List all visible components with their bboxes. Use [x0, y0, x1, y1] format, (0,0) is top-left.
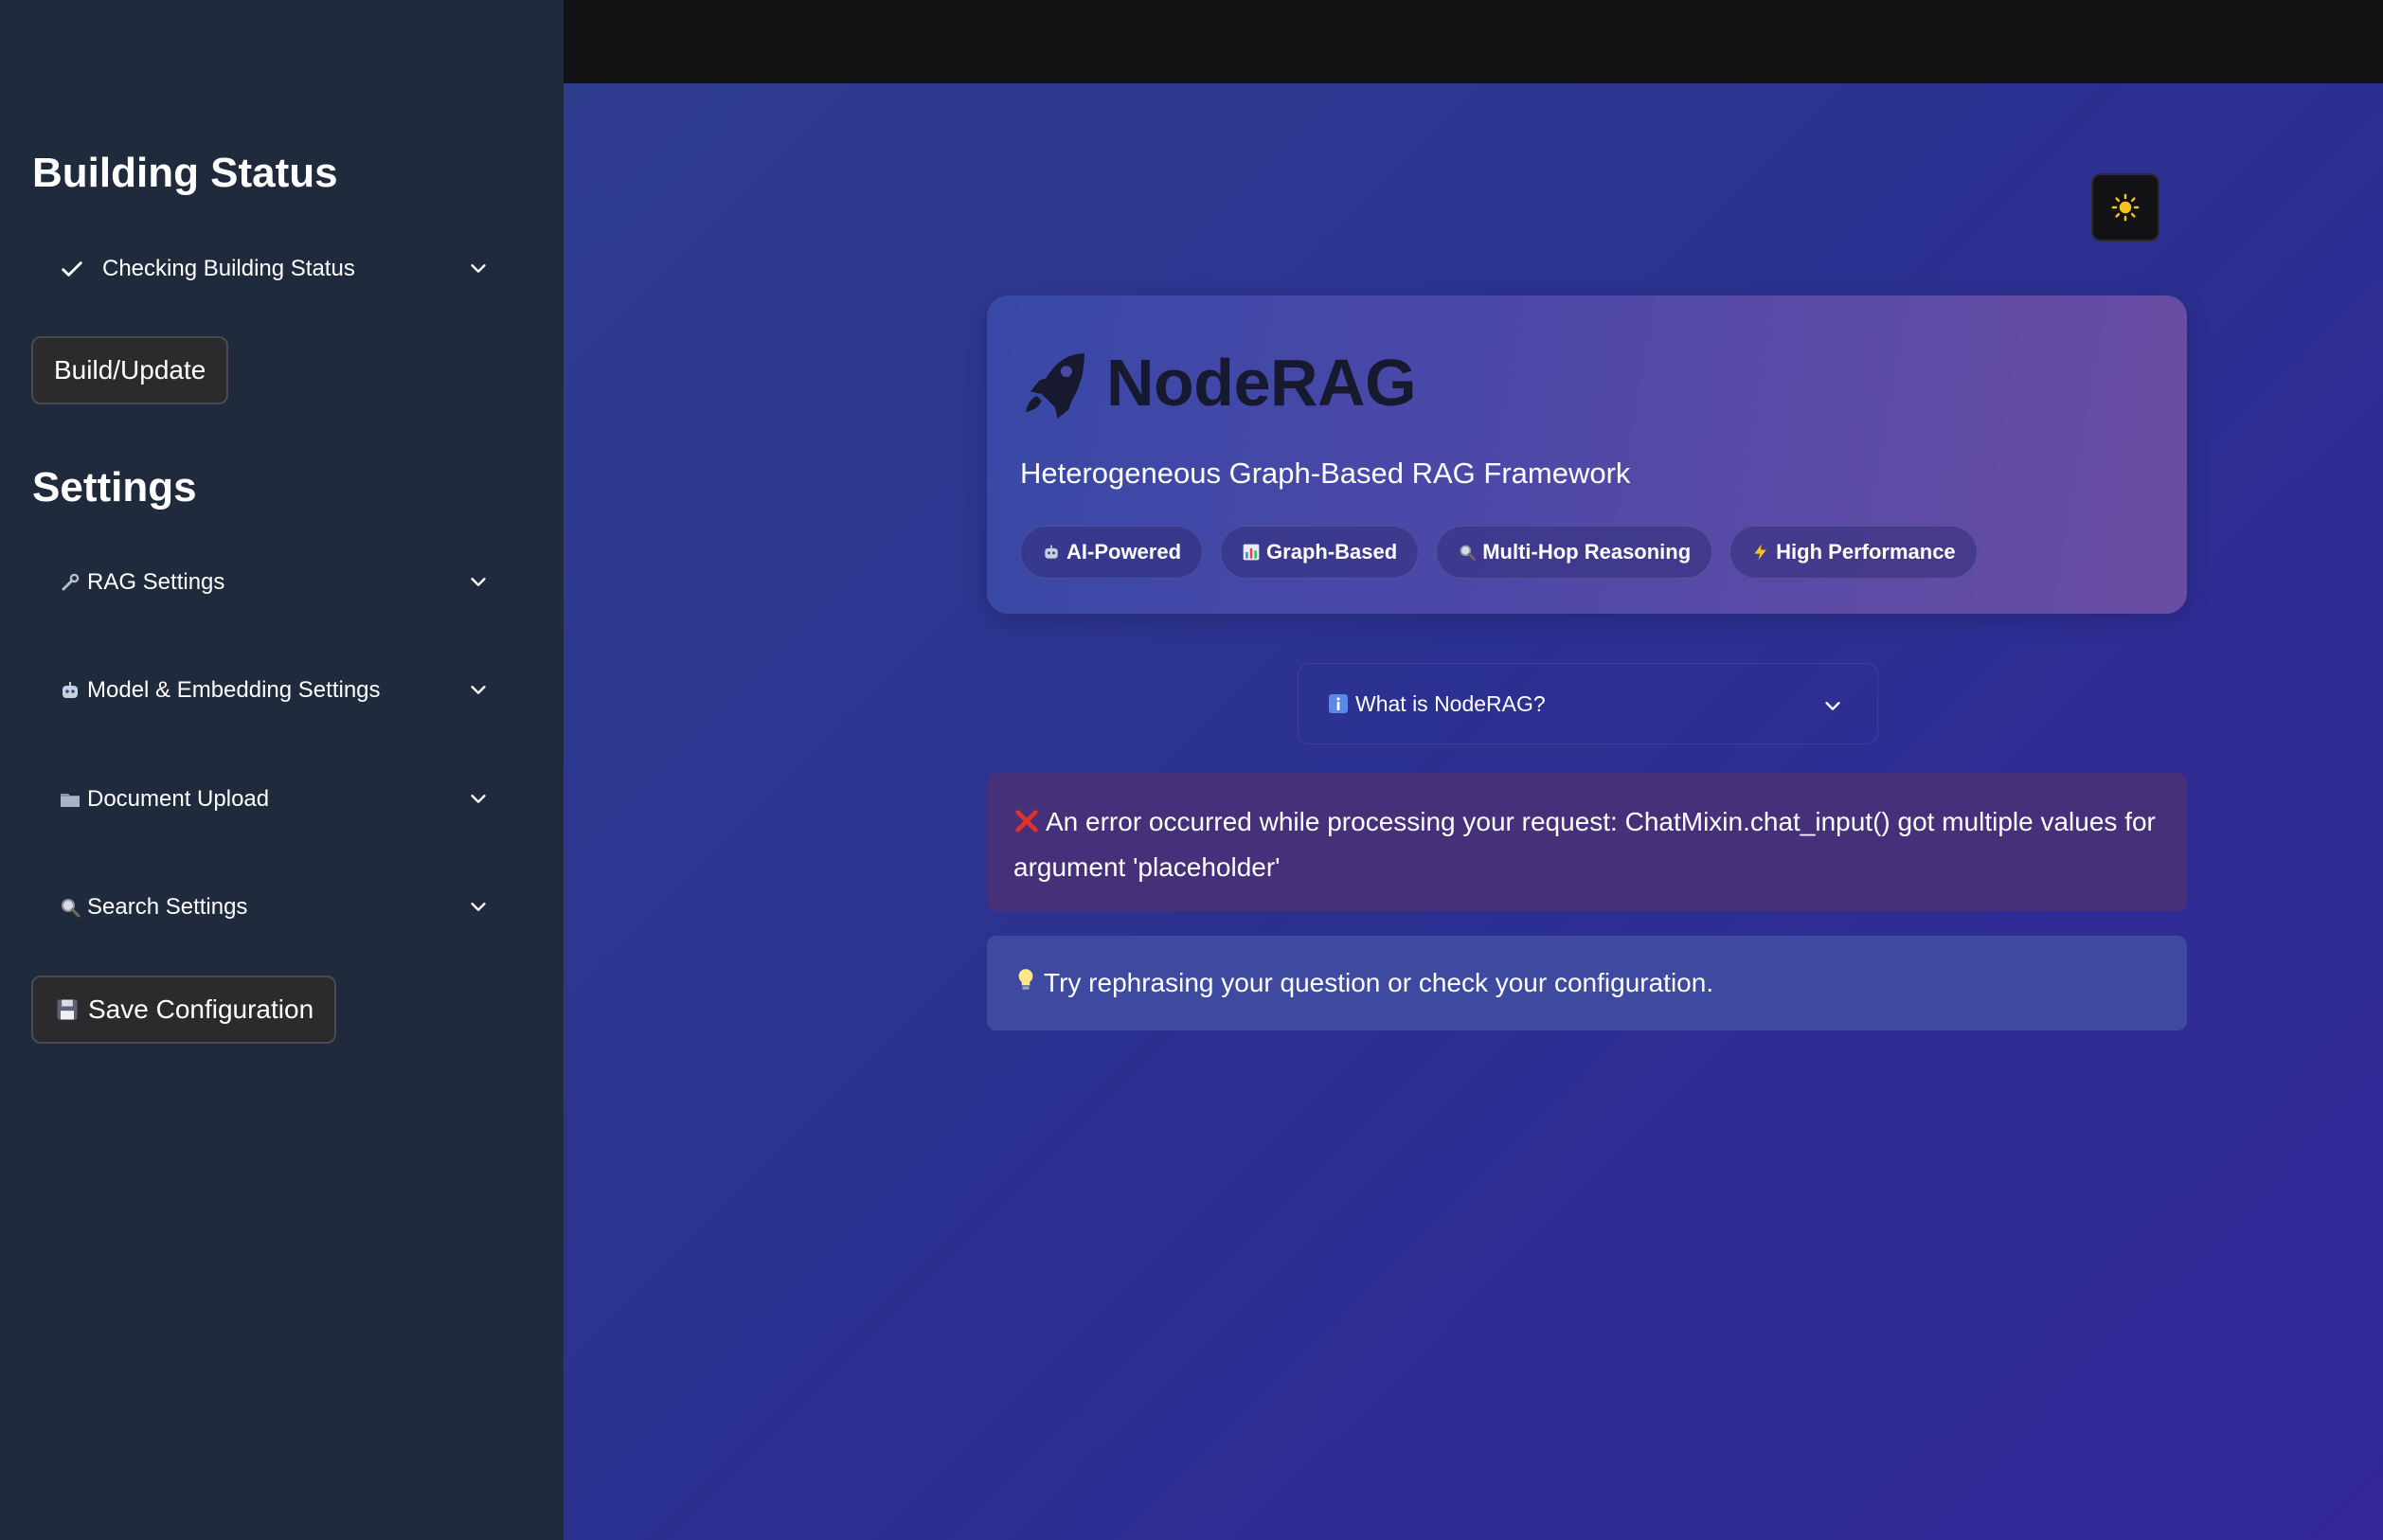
- save-configuration-label: Save Configuration: [88, 994, 314, 1024]
- badge-high-performance[interactable]: High Performance: [1729, 526, 1978, 579]
- info-icon: [1327, 692, 1350, 715]
- expander-label: Document Upload: [87, 786, 270, 812]
- chevron-down-icon: [468, 258, 489, 278]
- hero-title-row: NodeRAG: [1019, 345, 1417, 421]
- chevron-down-icon: [468, 788, 489, 809]
- folder-icon: [59, 788, 81, 811]
- build-update-button[interactable]: Build/Update: [31, 336, 229, 404]
- lightning-icon: [1751, 543, 1770, 562]
- main-content: NodeRAG Heterogeneous Graph-Based RAG Fr…: [564, 83, 2383, 1540]
- check-icon: [59, 256, 85, 282]
- expander-label: RAG Settings: [87, 569, 225, 595]
- expander-label: Checking Building Status: [102, 256, 355, 281]
- rocket-icon: [1019, 347, 1091, 419]
- badge-multi-hop-reasoning[interactable]: Multi-Hop Reasoning: [1436, 526, 1713, 579]
- expander-label: Model & Embedding Settings: [87, 677, 381, 703]
- chevron-down-icon: [468, 679, 489, 700]
- save-configuration-button[interactable]: Save Configuration: [31, 976, 337, 1044]
- error-message: An error occurred while processing your …: [1013, 807, 2156, 882]
- sidebar: Building Status Checking Building Status…: [0, 0, 564, 1540]
- document-upload-expander[interactable]: Document Upload: [32, 765, 506, 833]
- top-header-bar: [564, 0, 2383, 83]
- theme-toggle-button[interactable]: [2091, 173, 2159, 242]
- magnifier-icon: [59, 896, 81, 919]
- chevron-down-icon: [468, 896, 489, 917]
- badge-label: Multi-Hop Reasoning: [1482, 540, 1692, 564]
- badge-label: Graph-Based: [1266, 540, 1398, 564]
- cross-mark-icon: [1013, 805, 1040, 847]
- robot-icon: [1042, 543, 1061, 562]
- chevron-down-icon: [1822, 695, 1843, 716]
- feature-badges: AI-Powered Graph-Based Multi-Hop Reasoni…: [1020, 526, 1978, 579]
- app: Building Status Checking Building Status…: [0, 0, 2383, 1540]
- error-alert: An error occurred while processing your …: [987, 773, 2187, 911]
- rag-settings-expander[interactable]: RAG Settings: [32, 548, 506, 617]
- floppy-disk-icon: [54, 996, 81, 1023]
- hero-card: NodeRAG Heterogeneous Graph-Based RAG Fr…: [987, 295, 2187, 614]
- search-settings-expander[interactable]: Search Settings: [32, 873, 506, 941]
- info-alert: Try rephrasing your question or check yo…: [987, 936, 2187, 1030]
- info-message: Try rephrasing your question or check yo…: [1044, 968, 1714, 997]
- sun-icon: [2111, 193, 2140, 222]
- badge-label: AI-Powered: [1066, 540, 1182, 564]
- robot-icon: [59, 679, 81, 702]
- badge-ai-powered[interactable]: AI-Powered: [1020, 526, 1204, 579]
- badge-label: High Performance: [1776, 540, 1956, 564]
- chevron-down-icon: [468, 571, 489, 592]
- badge-graph-based[interactable]: Graph-Based: [1220, 526, 1420, 579]
- magnifier-icon: [1458, 543, 1477, 562]
- model-embedding-settings-expander[interactable]: Model & Embedding Settings: [32, 656, 506, 725]
- expander-label: Search Settings: [87, 894, 248, 920]
- expander-label: What is NodeRAG?: [1355, 690, 1546, 716]
- checking-building-status-expander[interactable]: Checking Building Status: [32, 235, 506, 303]
- what-is-noderag-expander[interactable]: What is NodeRAG?: [1298, 663, 1878, 744]
- building-status-heading: Building Status: [32, 150, 338, 196]
- light-bulb-icon: [1013, 967, 1038, 1000]
- app-title: NodeRAG: [1106, 346, 1417, 420]
- hero-subtitle: Heterogeneous Graph-Based RAG Framework: [1020, 457, 1631, 490]
- wrench-icon: [59, 571, 81, 594]
- settings-heading: Settings: [32, 464, 197, 510]
- bar-chart-icon: [1242, 543, 1261, 562]
